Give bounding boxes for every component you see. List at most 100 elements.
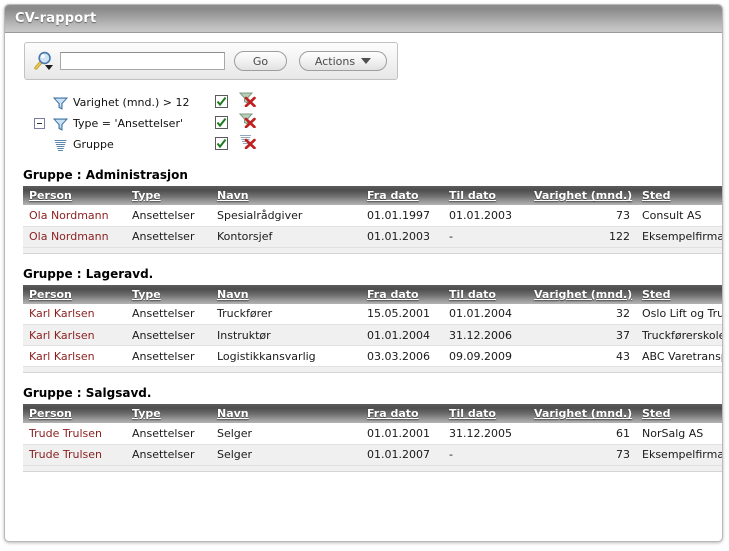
column-header-label: Varighet (mnd.) bbox=[534, 407, 633, 420]
cell-sted: Oslo Lift og Truck AS bbox=[636, 303, 722, 325]
column-header-label: Sted bbox=[642, 189, 671, 202]
go-button[interactable]: Go bbox=[234, 51, 287, 71]
column-header-navn[interactable]: Navn bbox=[211, 404, 361, 423]
column-header-label: Til dato bbox=[449, 189, 496, 202]
cell-til_dato: 31.12.2005 bbox=[443, 423, 528, 445]
cell-varighet: 32 bbox=[528, 303, 636, 325]
person-link[interactable]: Trude Trulsen bbox=[29, 427, 102, 440]
person-link[interactable]: Trude Trulsen bbox=[29, 448, 102, 461]
column-header-type[interactable]: Type bbox=[126, 186, 211, 205]
cell-person: Ola Nordmann bbox=[23, 226, 126, 248]
criteria-row: Gruppe bbox=[27, 134, 710, 155]
group-label: Gruppe : Lageravd. bbox=[23, 266, 154, 281]
column-header-label: Til dato bbox=[449, 407, 496, 420]
column-header-person[interactable]: Person bbox=[23, 284, 126, 304]
criteria-enabled-checkbox[interactable] bbox=[215, 136, 228, 150]
criteria-row: Type = 'Ansettelser' bbox=[27, 113, 710, 134]
column-header-label: Navn bbox=[217, 407, 249, 420]
cell-til_dato: 01.01.2004 bbox=[443, 303, 528, 325]
chevron-down-icon bbox=[361, 58, 372, 64]
cell-type: Ansettelser bbox=[126, 345, 211, 367]
cell-til_dato: 31.12.2006 bbox=[443, 324, 528, 346]
person-link[interactable]: Karl Karlsen bbox=[29, 329, 95, 342]
column-header-navn[interactable]: Navn bbox=[211, 186, 361, 205]
table-body: Karl Karlsen Ansettelser Truckfører 15.05.2… bbox=[23, 303, 722, 367]
cell-navn: Logistikkansvarlig bbox=[211, 345, 361, 367]
column-header-varighet[interactable]: Varighet (mnd.) bbox=[528, 404, 636, 423]
cell-til_dato: - bbox=[443, 226, 528, 248]
column-header-fra_dato[interactable]: Fra dato bbox=[361, 284, 443, 304]
criteria-enabled-checkbox[interactable] bbox=[215, 94, 228, 108]
remove-filter-icon[interactable] bbox=[238, 113, 256, 131]
column-header-person[interactable]: Person bbox=[23, 404, 126, 423]
report-groups: Gruppe : Administrasjon Person Type Navn Fr… bbox=[17, 168, 722, 472]
cell-type: Ansettelser bbox=[126, 324, 211, 346]
column-header-label: Til dato bbox=[449, 287, 496, 301]
cell-navn: Selger bbox=[211, 444, 361, 466]
column-header-type[interactable]: Type bbox=[126, 404, 211, 423]
page-title: CV-rapport bbox=[15, 11, 97, 26]
search-icon[interactable] bbox=[32, 50, 56, 72]
person-link[interactable]: Ola Nordmann bbox=[29, 209, 109, 222]
cell-navn: Selger bbox=[211, 423, 361, 445]
cell-fra_dato: 01.01.1997 bbox=[361, 205, 443, 227]
table-row: Karl Karlsen Ansettelser Logistikkansvarli… bbox=[23, 345, 722, 367]
table-row: Trude Trulsen Ansettelser Selger 01.01.2001… bbox=[23, 423, 722, 445]
person-link[interactable]: Ola Nordmann bbox=[29, 230, 109, 243]
column-header-til_dato[interactable]: Til dato bbox=[443, 186, 528, 205]
checkmark-icon bbox=[216, 138, 227, 148]
cell-fra_dato: 15.05.2001 bbox=[361, 303, 443, 325]
column-header-label: Navn bbox=[217, 287, 249, 301]
person-link[interactable]: Karl Karlsen bbox=[29, 350, 95, 363]
column-header-navn[interactable]: Navn bbox=[211, 284, 361, 304]
cell-type: Ansettelser bbox=[126, 226, 211, 248]
funnel-filter-icon[interactable] bbox=[51, 96, 69, 110]
remove-filter-icon-glyph bbox=[238, 113, 256, 129]
criteria-enabled-checkbox[interactable] bbox=[215, 115, 228, 129]
cell-til_dato: - bbox=[443, 444, 528, 466]
criteria-controls bbox=[215, 134, 256, 152]
cell-sted: ABC Varetransport AS bbox=[636, 345, 722, 367]
column-header-fra_dato[interactable]: Fra dato bbox=[361, 186, 443, 205]
report-group-0: Gruppe : Administrasjon Person Type Navn Fr… bbox=[17, 168, 722, 254]
column-header-type[interactable]: Type bbox=[126, 284, 211, 304]
cell-person: Karl Karlsen bbox=[23, 345, 126, 367]
column-header-varighet[interactable]: Varighet (mnd.) bbox=[528, 186, 636, 205]
column-header-label: Person bbox=[29, 287, 72, 301]
cell-navn: Kontorsjef bbox=[211, 226, 361, 248]
cell-person: Trude Trulsen bbox=[23, 423, 126, 445]
minus-box-icon[interactable] bbox=[33, 118, 45, 129]
column-header-label: Fra dato bbox=[367, 407, 419, 420]
person-link[interactable]: Karl Karlsen bbox=[29, 307, 95, 320]
column-header-varighet[interactable]: Varighet (mnd.) bbox=[528, 284, 636, 304]
column-header-label: Varighet (mnd.) bbox=[534, 287, 633, 301]
column-header-label: Varighet (mnd.) bbox=[534, 189, 633, 202]
column-header-sted[interactable]: Sted bbox=[636, 186, 722, 205]
cell-sted: Eksempelfirma AS bbox=[636, 226, 722, 248]
criteria-list: Varighet (mnd.) > 12 Type = 'Ansettelser… bbox=[27, 92, 710, 155]
criteria-controls bbox=[215, 92, 256, 110]
remove-group-icon[interactable] bbox=[239, 134, 256, 152]
actions-button[interactable]: Actions bbox=[299, 51, 387, 71]
column-header-sted[interactable]: Sted bbox=[636, 284, 722, 304]
actions-button-label: Actions bbox=[314, 54, 356, 68]
content-area: Go Actions Varighet (mnd.) > 12 Type = '… bbox=[5, 33, 722, 472]
report-group-2: Gruppe : Salgsavd. Person Type Navn Fra dat… bbox=[17, 386, 722, 472]
group-label: Gruppe : Administrasjon bbox=[23, 168, 188, 182]
cell-sted: Truckførerskolen AS bbox=[636, 324, 722, 346]
search-input[interactable] bbox=[60, 52, 225, 70]
column-header-til_dato[interactable]: Til dato bbox=[443, 404, 528, 423]
expander-cell bbox=[27, 118, 51, 129]
column-header-label: Fra dato bbox=[367, 287, 419, 301]
group-by-icon[interactable] bbox=[51, 138, 69, 152]
table-footer-strip bbox=[23, 367, 722, 373]
column-header-sted[interactable]: Sted bbox=[636, 404, 722, 423]
column-header-til_dato[interactable]: Til dato bbox=[443, 284, 528, 304]
cell-varighet: 73 bbox=[528, 205, 636, 227]
remove-filter-icon[interactable] bbox=[238, 92, 256, 110]
funnel-filter-icon-glyph bbox=[52, 118, 68, 131]
funnel-filter-icon[interactable] bbox=[51, 117, 69, 131]
report-table: Person Type Navn Fra dato Til dato Varighet (… bbox=[23, 404, 722, 466]
column-header-person[interactable]: Person bbox=[23, 186, 126, 205]
column-header-fra_dato[interactable]: Fra dato bbox=[361, 404, 443, 423]
